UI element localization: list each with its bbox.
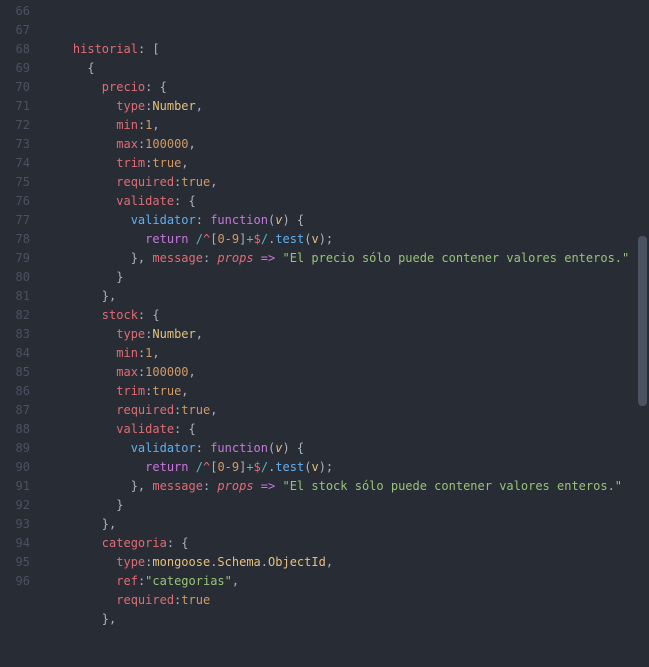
line-number: 77 [0, 211, 30, 230]
line-number: 74 [0, 154, 30, 173]
line-number: 96 [0, 572, 30, 591]
code-line[interactable]: } [44, 268, 649, 287]
line-number: 71 [0, 97, 30, 116]
line-number: 75 [0, 173, 30, 192]
code-line[interactable]: } [44, 496, 649, 515]
line-number: 90 [0, 458, 30, 477]
scrollbar-thumb[interactable] [638, 236, 647, 406]
code-line[interactable]: validator: function(v) { [44, 211, 649, 230]
line-number: 88 [0, 420, 30, 439]
line-number: 87 [0, 401, 30, 420]
line-number-gutter: 6667686970717273747576777879808182838485… [0, 0, 44, 585]
code-line[interactable]: return /^[0-9]+$/.test(v); [44, 230, 649, 249]
code-line[interactable]: }, [44, 610, 649, 629]
code-line[interactable]: type:Number, [44, 325, 649, 344]
line-number: 67 [0, 21, 30, 40]
code-line[interactable]: required:true [44, 591, 649, 610]
line-number: 81 [0, 287, 30, 306]
line-number: 94 [0, 534, 30, 553]
line-number: 86 [0, 382, 30, 401]
code-line[interactable]: max:100000, [44, 135, 649, 154]
line-number: 92 [0, 496, 30, 515]
code-line[interactable]: min:1, [44, 344, 649, 363]
code-line[interactable]: }, message: props => "El stock sólo pued… [44, 477, 649, 496]
code-line[interactable]: validate: { [44, 420, 649, 439]
code-area[interactable]: historial: [ { precio: { type:Number, mi… [44, 0, 649, 585]
code-line[interactable]: ref:"categorias", [44, 572, 649, 591]
code-line[interactable]: type:Number, [44, 97, 649, 116]
line-number: 89 [0, 439, 30, 458]
vertical-scrollbar[interactable] [636, 0, 649, 585]
line-number: 85 [0, 363, 30, 382]
code-line[interactable]: { [44, 59, 649, 78]
code-line[interactable]: categoria: { [44, 534, 649, 553]
code-line[interactable]: stock: { [44, 306, 649, 325]
code-line[interactable]: validate: { [44, 192, 649, 211]
code-line[interactable]: }, message: props => "El precio sólo pue… [44, 249, 649, 268]
line-number: 76 [0, 192, 30, 211]
code-line[interactable]: required:true, [44, 401, 649, 420]
line-number: 80 [0, 268, 30, 287]
line-number: 68 [0, 40, 30, 59]
line-number: 78 [0, 230, 30, 249]
code-line[interactable]: }, [44, 515, 649, 534]
code-line[interactable]: }, [44, 287, 649, 306]
line-number: 66 [0, 2, 30, 21]
code-editor: 6667686970717273747576777879808182838485… [0, 0, 649, 585]
code-line[interactable]: historial: [ [44, 40, 649, 59]
line-number: 70 [0, 78, 30, 97]
code-line[interactable]: required:true, [44, 173, 649, 192]
line-number: 93 [0, 515, 30, 534]
code-line[interactable]: return /^[0-9]+$/.test(v); [44, 458, 649, 477]
code-line[interactable]: trim:true, [44, 382, 649, 401]
code-line[interactable]: min:1, [44, 116, 649, 135]
code-line[interactable]: validator: function(v) { [44, 439, 649, 458]
line-number: 69 [0, 59, 30, 78]
line-number: 82 [0, 306, 30, 325]
code-line[interactable]: precio: { [44, 78, 649, 97]
code-line[interactable]: max:100000, [44, 363, 649, 382]
code-line[interactable]: type:mongoose.Schema.ObjectId, [44, 553, 649, 572]
line-number: 83 [0, 325, 30, 344]
line-number: 72 [0, 116, 30, 135]
line-number: 91 [0, 477, 30, 496]
line-number: 79 [0, 249, 30, 268]
line-number: 84 [0, 344, 30, 363]
line-number: 73 [0, 135, 30, 154]
line-number: 95 [0, 553, 30, 572]
code-line[interactable]: trim:true, [44, 154, 649, 173]
